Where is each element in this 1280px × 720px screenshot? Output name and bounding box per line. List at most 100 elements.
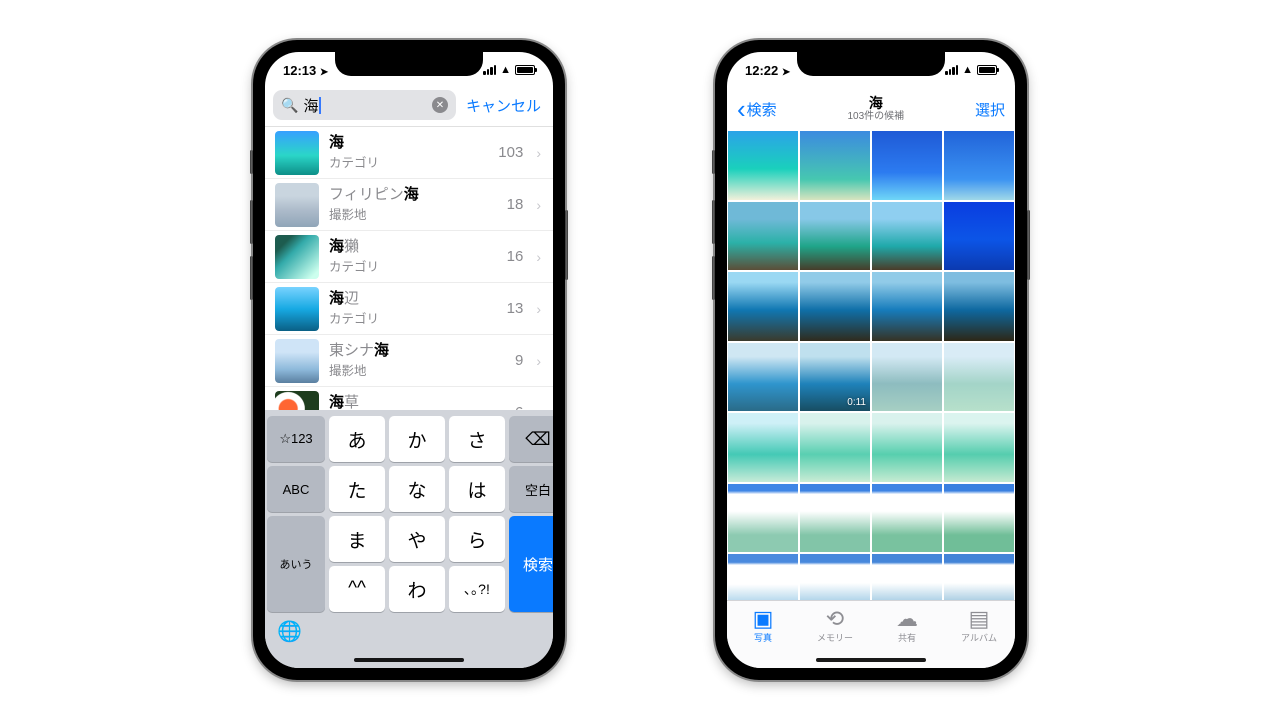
photo-cell[interactable] — [799, 412, 871, 483]
wifi-icon: ▲ — [500, 64, 511, 76]
photo-cell[interactable] — [799, 201, 871, 272]
photo-cell[interactable] — [871, 483, 943, 554]
clear-icon[interactable]: ✕ — [432, 97, 448, 113]
text-cursor — [319, 97, 321, 114]
key-delete[interactable] — [509, 416, 553, 462]
nav-bar: 検索 海 103件の候補 選択 — [727, 88, 1015, 130]
result-row[interactable]: フィリピン海撮影地18› — [265, 179, 553, 231]
key-space[interactable]: 空白 — [509, 466, 553, 512]
battery-icon — [515, 65, 535, 75]
home-indicator[interactable] — [354, 658, 464, 662]
photo-cell[interactable] — [727, 412, 799, 483]
chevron-right-icon: › — [536, 301, 541, 317]
result-row[interactable]: 海辺カテゴリ13› — [265, 283, 553, 335]
page-title: 海 — [847, 95, 904, 111]
tab-アルバム[interactable]: ▤アルバム — [943, 607, 1015, 668]
photo-cell[interactable] — [727, 201, 799, 272]
home-indicator[interactable] — [816, 658, 926, 662]
photo-cell[interactable] — [871, 553, 943, 600]
wifi-icon: ▲ — [962, 64, 973, 76]
tab-写真[interactable]: ▣写真 — [727, 607, 799, 668]
photo-cell[interactable] — [943, 271, 1015, 342]
result-thumb — [275, 339, 319, 383]
result-count: 18 — [507, 196, 524, 213]
photo-cell[interactable] — [727, 271, 799, 342]
result-sub: カテゴリ — [329, 256, 497, 275]
page-subtitle: 103件の候補 — [847, 111, 904, 123]
key-ha[interactable]: は — [449, 466, 505, 512]
photo-cell[interactable] — [727, 483, 799, 554]
tab-icon: ▣ — [727, 607, 799, 631]
result-count: 13 — [507, 300, 524, 317]
photo-cell[interactable] — [871, 271, 943, 342]
chevron-right-icon: › — [536, 249, 541, 265]
key-punct[interactable]: ､｡?! — [449, 566, 505, 612]
notch — [335, 52, 483, 76]
result-count: 103 — [498, 144, 523, 161]
key-mode-abc[interactable]: ABC — [267, 466, 325, 512]
key-ma[interactable]: ま — [329, 516, 385, 562]
photo-grid: 0:11 — [727, 130, 1015, 600]
photo-cell[interactable] — [799, 271, 871, 342]
status-time: 12:22 — [745, 63, 778, 78]
key-search[interactable]: 検索 — [509, 516, 553, 612]
result-title: 東シナ海 — [329, 342, 505, 360]
key-mode-num[interactable]: ☆123 — [267, 416, 325, 462]
result-row[interactable]: 海獺カテゴリ 16 › — [265, 231, 553, 283]
photo-cell[interactable] — [727, 553, 799, 600]
key-ta[interactable]: た — [329, 466, 385, 512]
chevron-right-icon: › — [536, 353, 541, 369]
result-sub: 撮影地 — [329, 360, 505, 379]
result-row[interactable]: 東シナ海撮影地 9 › — [265, 335, 553, 387]
globe-icon[interactable]: 🌐 — [265, 612, 553, 650]
result-row[interactable]: 海カテゴリ103› — [265, 127, 553, 179]
photo-cell[interactable] — [871, 130, 943, 201]
photo-cell[interactable] — [943, 412, 1015, 483]
photo-cell[interactable] — [943, 553, 1015, 600]
photo-cell[interactable] — [871, 342, 943, 413]
result-thumb — [275, 235, 319, 279]
photo-cell[interactable] — [871, 412, 943, 483]
photo-cell[interactable] — [943, 201, 1015, 272]
key-emoji[interactable]: ^^ — [329, 566, 385, 612]
key-ya[interactable]: や — [389, 516, 445, 562]
tab-icon: ☁︎ — [871, 607, 943, 631]
notch — [797, 52, 945, 76]
select-button[interactable]: 選択 — [975, 99, 1005, 120]
photo-cell[interactable] — [799, 130, 871, 201]
tab-icon: ▤ — [943, 607, 1015, 631]
result-title: 海 — [329, 134, 488, 152]
key-mode-kana[interactable]: あいう — [267, 516, 325, 612]
photo-cell[interactable] — [871, 201, 943, 272]
key-ra[interactable]: ら — [449, 516, 505, 562]
key-na[interactable]: な — [389, 466, 445, 512]
cancel-button[interactable]: キャンセル — [462, 95, 545, 116]
key-sa[interactable]: さ — [449, 416, 505, 462]
location-icon: ➤ — [320, 67, 328, 78]
search-input[interactable]: 🔍 海 ✕ — [273, 90, 456, 120]
tab-icon: ⟲ — [799, 607, 871, 631]
photo-cell[interactable] — [799, 553, 871, 600]
back-button[interactable]: 検索 — [737, 99, 777, 120]
result-count: 16 — [507, 248, 524, 265]
key-wa[interactable]: わ — [389, 566, 445, 612]
tab-label: アルバム — [943, 631, 1015, 644]
key-a[interactable]: あ — [329, 416, 385, 462]
photo-cell[interactable] — [943, 342, 1015, 413]
key-ka[interactable]: か — [389, 416, 445, 462]
photo-cell[interactable] — [727, 130, 799, 201]
photo-cell[interactable]: 0:11 — [799, 342, 871, 413]
result-thumb — [275, 131, 319, 175]
result-thumb — [275, 183, 319, 227]
tab-label: 共有 — [871, 631, 943, 644]
result-count: 9 — [515, 352, 523, 369]
photo-cell[interactable] — [727, 342, 799, 413]
video-duration: 0:11 — [847, 397, 866, 408]
result-title: 海獺 — [329, 238, 497, 256]
cellular-icon — [945, 65, 958, 75]
photo-cell[interactable] — [943, 130, 1015, 201]
photo-cell[interactable] — [799, 483, 871, 554]
result-sub: カテゴリ — [329, 308, 497, 327]
photo-cell[interactable] — [943, 483, 1015, 554]
cellular-icon — [483, 65, 496, 75]
